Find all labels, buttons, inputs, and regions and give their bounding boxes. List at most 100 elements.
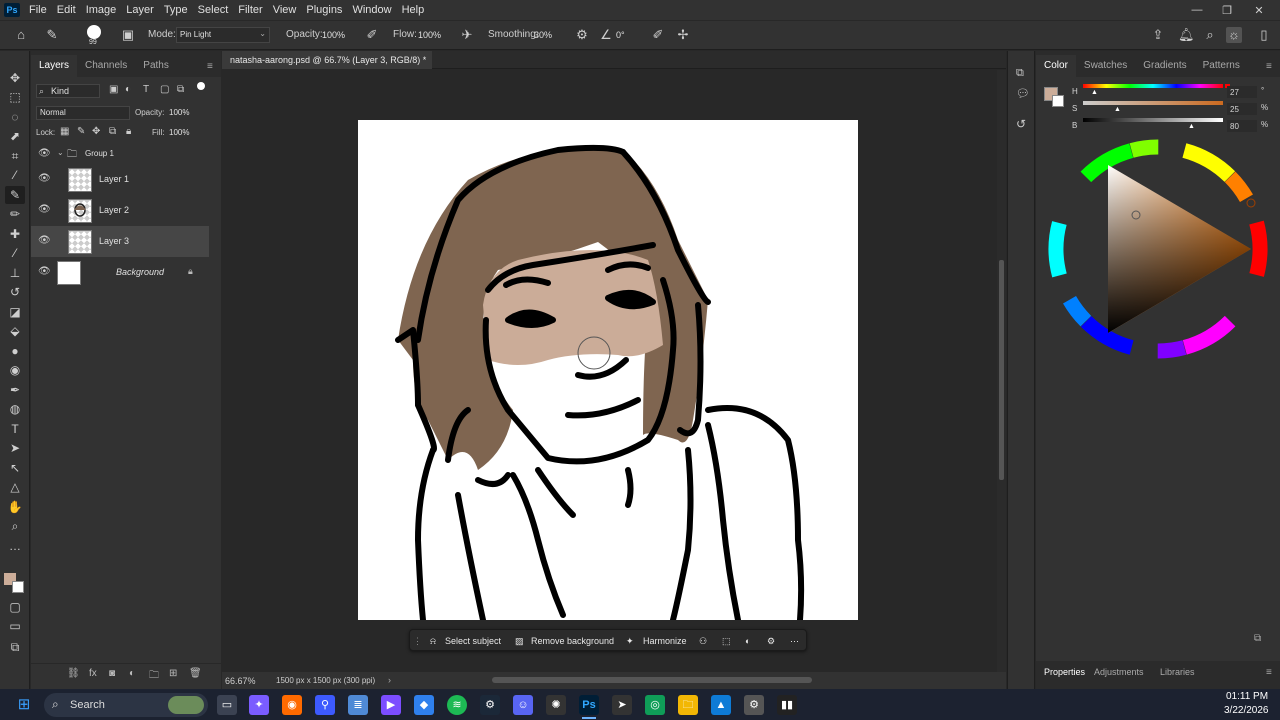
vertical-scrollbar-thumb[interactable] [999,260,1004,480]
fill-value[interactable]: 100% [169,128,189,137]
spotify-icon[interactable]: ≋ [447,695,467,715]
airbrush-icon[interactable]: ✈ [459,27,475,43]
pen-tool-icon[interactable]: ✒ [5,381,25,399]
steam-icon[interactable]: ⚙ [480,695,500,715]
clock-time[interactable]: 01:11 PM [1226,691,1268,702]
eye-icon[interactable]: 👁︎ [38,204,51,216]
zoom-level[interactable]: 66.67% [225,676,256,686]
menu-image[interactable]: Image [81,0,122,20]
tab-swatches[interactable]: Swatches [1076,55,1135,77]
mode-select[interactable]: Pin Light ⌄ [176,27,270,43]
photoshop-taskbar-icon[interactable]: Ps [579,695,599,715]
chevron-right-icon[interactable]: › [388,675,391,685]
symmetry-icon[interactable]: ✢ [675,27,691,43]
audio-app-icon[interactable]: ▮▮ [777,695,797,715]
copilot-icon[interactable]: ✦ [249,695,269,715]
blur-tool-icon[interactable]: ● [5,342,25,360]
canvas[interactable] [358,120,858,623]
eye-icon[interactable]: 👁︎ [38,173,51,185]
tab-gradients[interactable]: Gradients [1135,55,1194,77]
trash-icon[interactable]: 🗑︎ [189,668,202,679]
harmonize-button[interactable]: Harmonize [643,633,687,649]
lock-image-icon[interactable]: ✎ [77,126,85,137]
blend-mode-select[interactable]: Normal [36,106,130,120]
chatgpt-icon[interactable]: ✺ [546,695,566,715]
plugins-icon[interactable]: ⧉ [1016,67,1024,80]
eye-icon[interactable]: 👁︎ [38,235,51,247]
lock-artboard-icon[interactable]: ⧉ [109,126,116,137]
history-brush-tool-icon[interactable]: ↺ [5,283,25,301]
comments-icon[interactable]: 💬︎ [1016,87,1030,100]
tab-libraries[interactable]: Libraries [1160,667,1195,677]
quick-mask-icon[interactable]: ▢ [5,598,25,616]
saturation-slider[interactable] [1083,101,1223,105]
file-explorer-icon[interactable]: 🗀︎ [678,695,698,715]
discord-icon[interactable]: ☺ [513,695,533,715]
windows-start-icon[interactable]: ⊞ [14,695,34,715]
brightness-slider-thumb[interactable]: ▲ [1188,123,1195,130]
app-arrow-icon[interactable]: ➤ [612,695,632,715]
menu-edit[interactable]: Edit [52,0,81,20]
eye-icon[interactable]: 👁︎ [38,148,51,160]
link-layers-icon[interactable]: ⛓︎ [67,668,80,679]
filter-adjustment-icon[interactable]: ◐ [125,84,131,95]
browser-icon[interactable]: ◎ [645,695,665,715]
menu-view[interactable]: View [268,0,302,20]
tab-color[interactable]: Color [1036,55,1076,77]
type-tool-icon[interactable]: T [5,420,25,438]
layer-group-row[interactable]: 👁︎ ⌄ 🗀︎ Group 1 [31,143,209,165]
pressure-size-icon[interactable]: ✐ [650,27,666,43]
direct-selection-tool-icon[interactable]: ↖ [5,459,25,477]
drawing-artwork[interactable] [358,120,858,623]
hand-tool-icon[interactable]: ✋ [5,498,25,516]
marquee-tool-icon[interactable]: ⬚ [5,88,25,106]
more-options-icon[interactable]: ⋯ [790,633,799,649]
brush-tool-icon[interactable]: ✎ [5,186,25,204]
transform-icon[interactable]: ⬚ [722,633,731,649]
brush-tool-2-icon[interactable]: ⁄ [5,244,25,262]
menu-type[interactable]: Type [159,0,193,20]
layer-row[interactable]: 👁︎ Layer 2 [31,195,209,226]
color-wheel[interactable] [1046,137,1270,361]
document-tab[interactable]: natasha-aarong.psd @ 66.7% (Layer 3, RGB… [222,51,432,83]
eraser-tool-icon[interactable]: ◪ [5,303,25,321]
filter-shape-icon[interactable]: ▢ [160,84,169,95]
angle-value[interactable]: 0° [616,30,625,40]
filter-kind-select[interactable]: ⌕ Kind [36,84,100,98]
photos-icon[interactable]: ▲ [711,695,731,715]
object-selection-tool-icon[interactable]: ⬈ [5,127,25,145]
shape-tool-icon[interactable]: △ [5,478,25,496]
gear-icon[interactable]: ⚙ [574,27,590,43]
firefox-icon[interactable]: ◉ [282,695,302,715]
sponge-tool-icon[interactable]: ◍ [5,400,25,418]
smoothing-value[interactable]: 30% [534,30,552,40]
tab-properties[interactable]: Properties [1044,667,1085,677]
filter-type-icon[interactable]: T [143,84,149,95]
canvas-background[interactable] [222,70,997,672]
menu-select[interactable]: Select [193,0,234,20]
new-layer-icon[interactable]: ⊞ [169,668,177,679]
flow-value[interactable]: 100% [418,30,441,40]
lock-all-icon[interactable]: 🔒︎ [126,126,131,137]
saturation-slider-thumb[interactable]: ▲ [1114,106,1121,113]
fx-icon[interactable]: fx [89,668,97,679]
paint-bucket-tool-icon[interactable]: ⬙ [5,322,25,340]
brightness-slider[interactable] [1083,118,1223,122]
panel-menu-icon[interactable]: ≡ [207,61,213,72]
background-color-chip[interactable] [1052,95,1064,107]
expand-panel-icon[interactable]: ⧉ [1254,633,1261,644]
h-value-field[interactable]: 27 [1227,86,1257,98]
notes-icon[interactable]: ≣ [348,695,368,715]
clock-date[interactable]: 3/22/2026 [1224,705,1269,716]
eye-icon[interactable]: 👁︎ [38,266,51,278]
menu-file[interactable]: File [24,0,52,20]
eyedropper-tool-icon[interactable]: ⁄ [5,166,25,184]
background-color-swatch[interactable] [12,581,24,593]
menu-filter[interactable]: Filter [233,0,267,20]
close-window-icon[interactable]: ✕ [1244,0,1274,20]
panel-menu-icon[interactable]: ≡ [1266,61,1272,72]
screen-mode-icon[interactable]: ▭ [5,617,25,635]
layer-row[interactable]: 👁︎ Layer 1 [31,164,209,195]
layer-opacity-value[interactable]: 100% [169,108,189,117]
edit-toolbar-icon[interactable]: ⧉ [5,638,25,656]
